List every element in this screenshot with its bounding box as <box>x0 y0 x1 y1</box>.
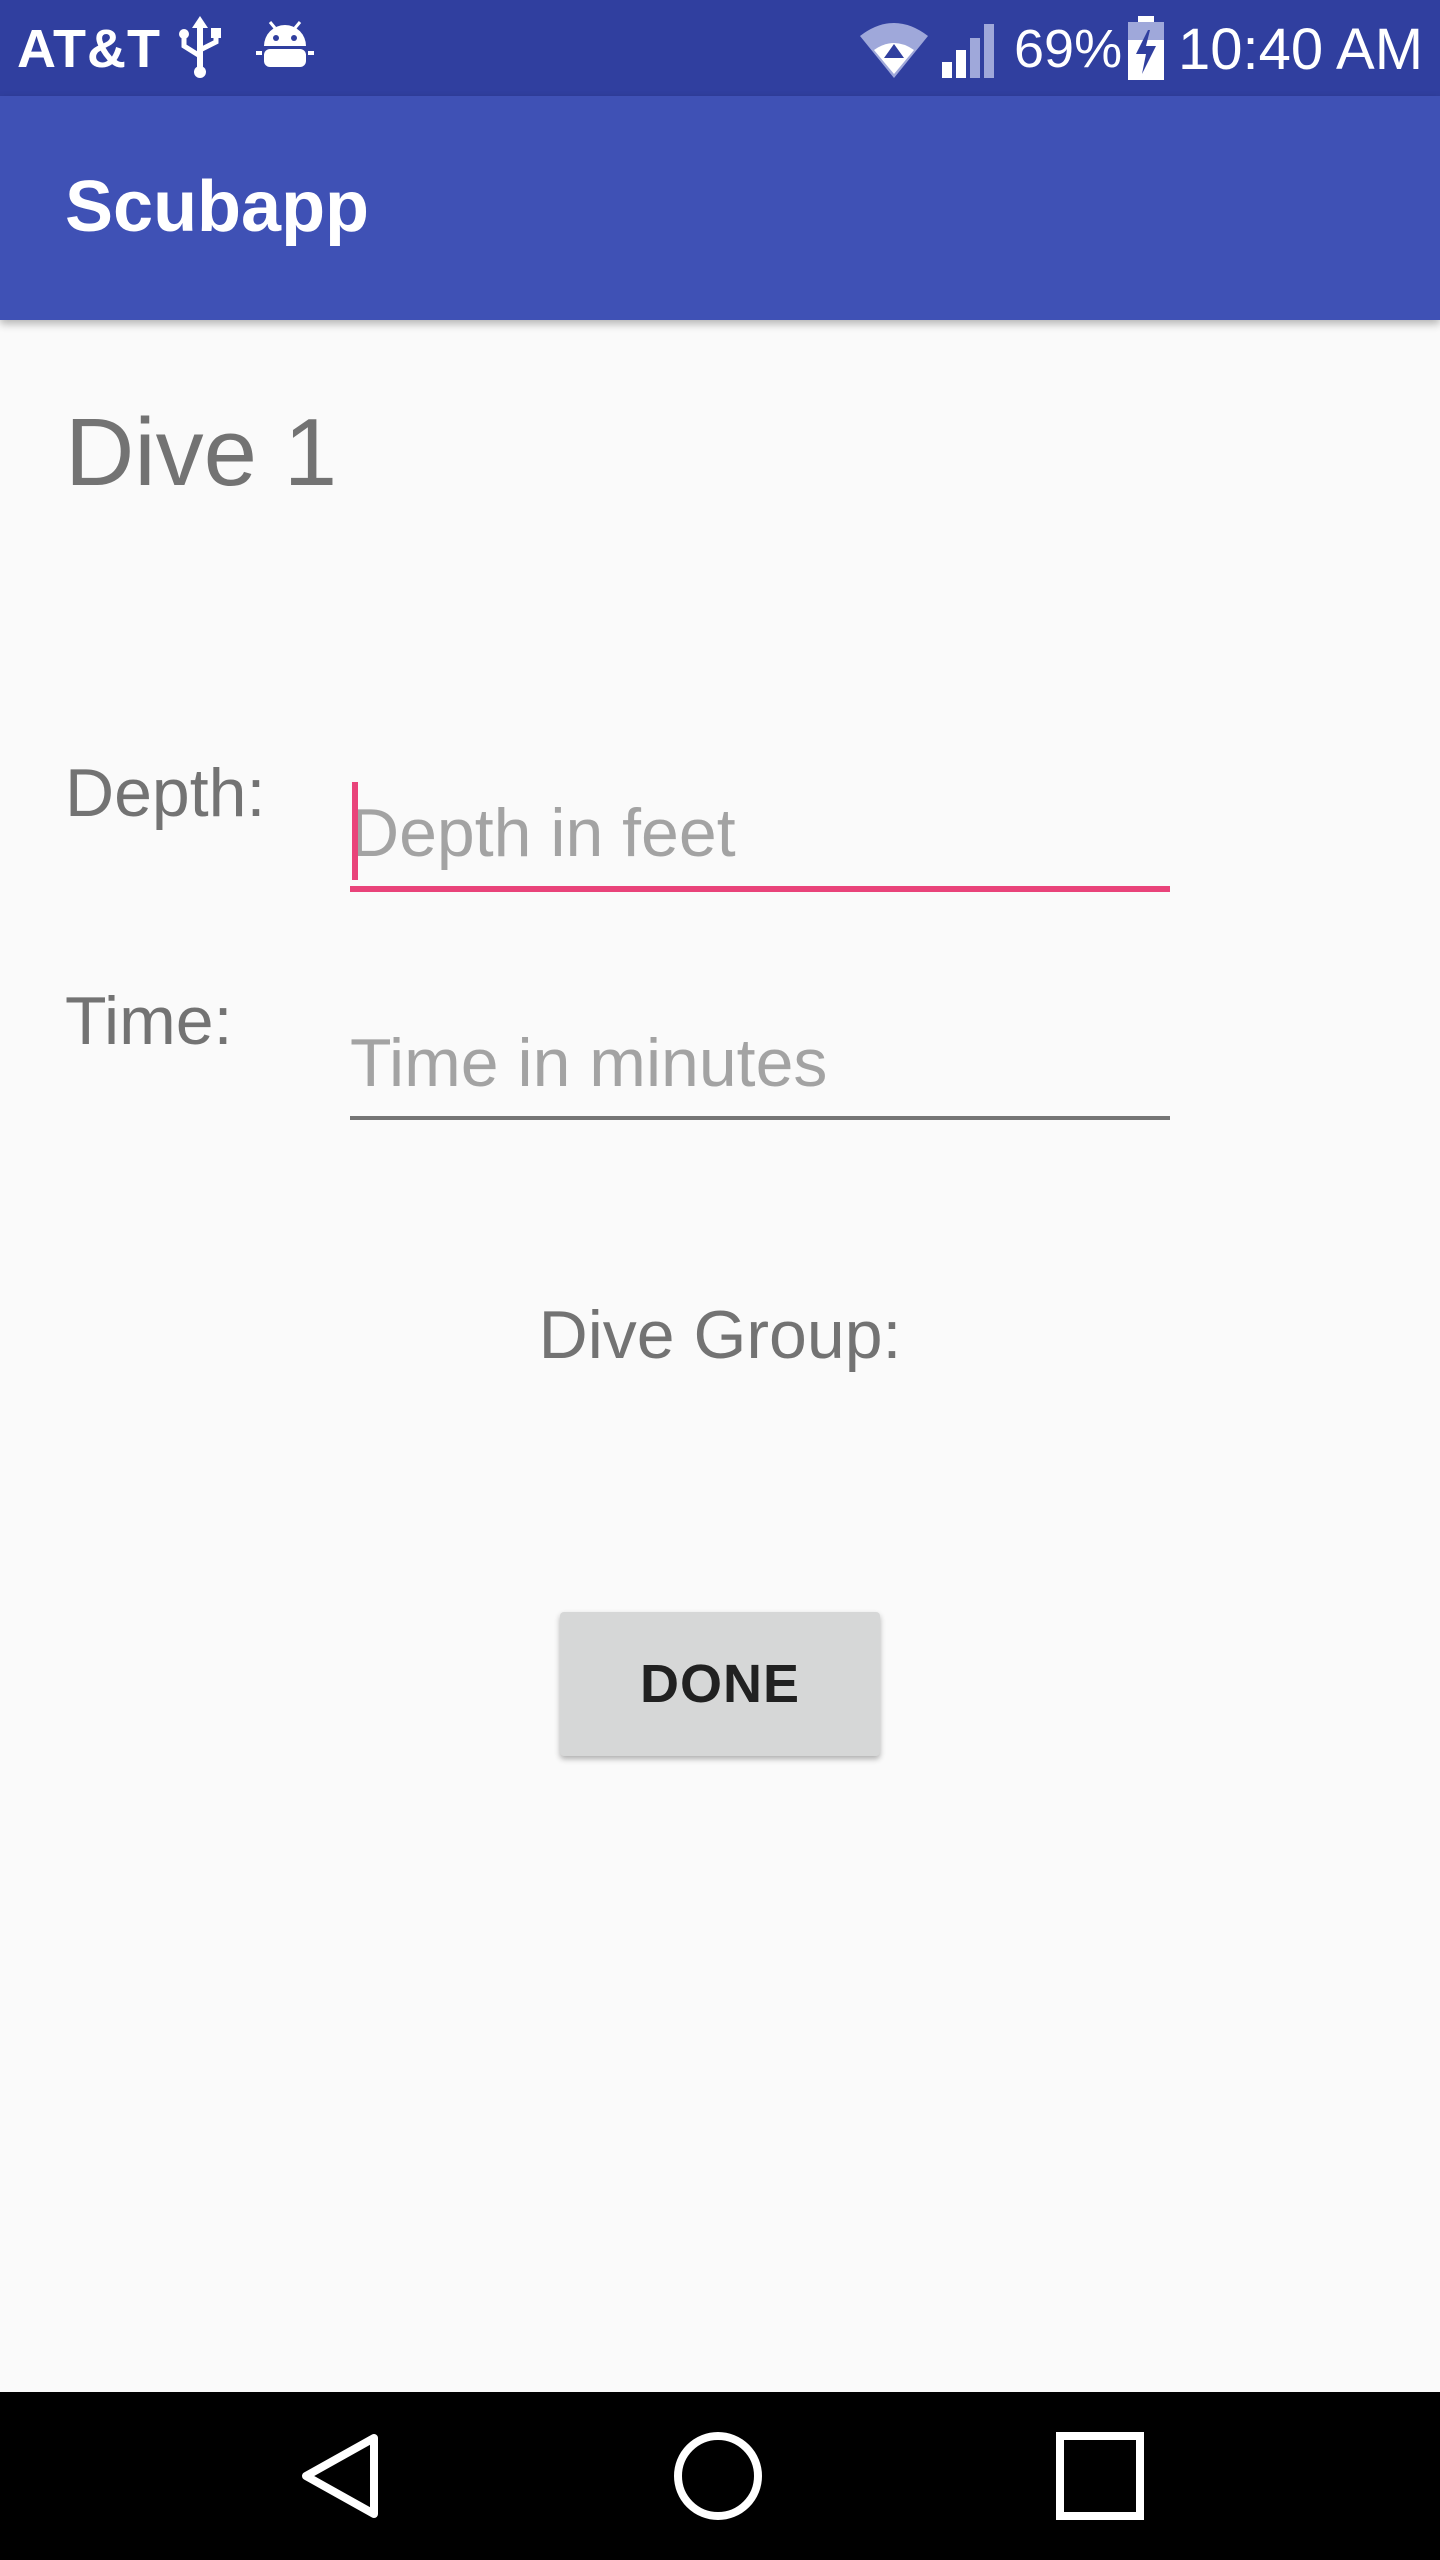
battery-percent: 69% <box>1014 19 1123 79</box>
time-label: Time: <box>65 983 233 1059</box>
app-bar: Scubapp <box>0 96 1440 320</box>
time-field[interactable] <box>350 1010 1170 1120</box>
text-cursor <box>352 782 358 880</box>
wifi-icon <box>860 23 928 78</box>
clock: 10:40 AM <box>1178 17 1424 82</box>
done-button[interactable]: DONE <box>560 1612 880 1756</box>
depth-field[interactable] <box>350 782 1170 892</box>
usb-icon <box>179 16 221 78</box>
signal-icon <box>942 24 994 78</box>
status-bar: AT&T 69% 10:40 AM <box>0 0 1440 96</box>
app-title: Scubapp <box>65 167 370 247</box>
battery-charging-icon <box>1128 16 1164 80</box>
carrier-label: AT&T <box>17 19 161 79</box>
back-icon[interactable] <box>290 2426 390 2526</box>
home-icon[interactable] <box>668 2426 768 2526</box>
dive-heading: Dive 1 <box>65 399 338 506</box>
navigation-bar <box>0 2392 1440 2560</box>
depth-label: Depth: <box>65 755 266 831</box>
time-input[interactable] <box>350 1018 1170 1108</box>
recents-icon[interactable] <box>1050 2426 1150 2526</box>
dive-group-label: Dive Group: <box>538 1297 902 1373</box>
debug-icon <box>256 21 314 67</box>
depth-input[interactable] <box>350 788 1170 878</box>
